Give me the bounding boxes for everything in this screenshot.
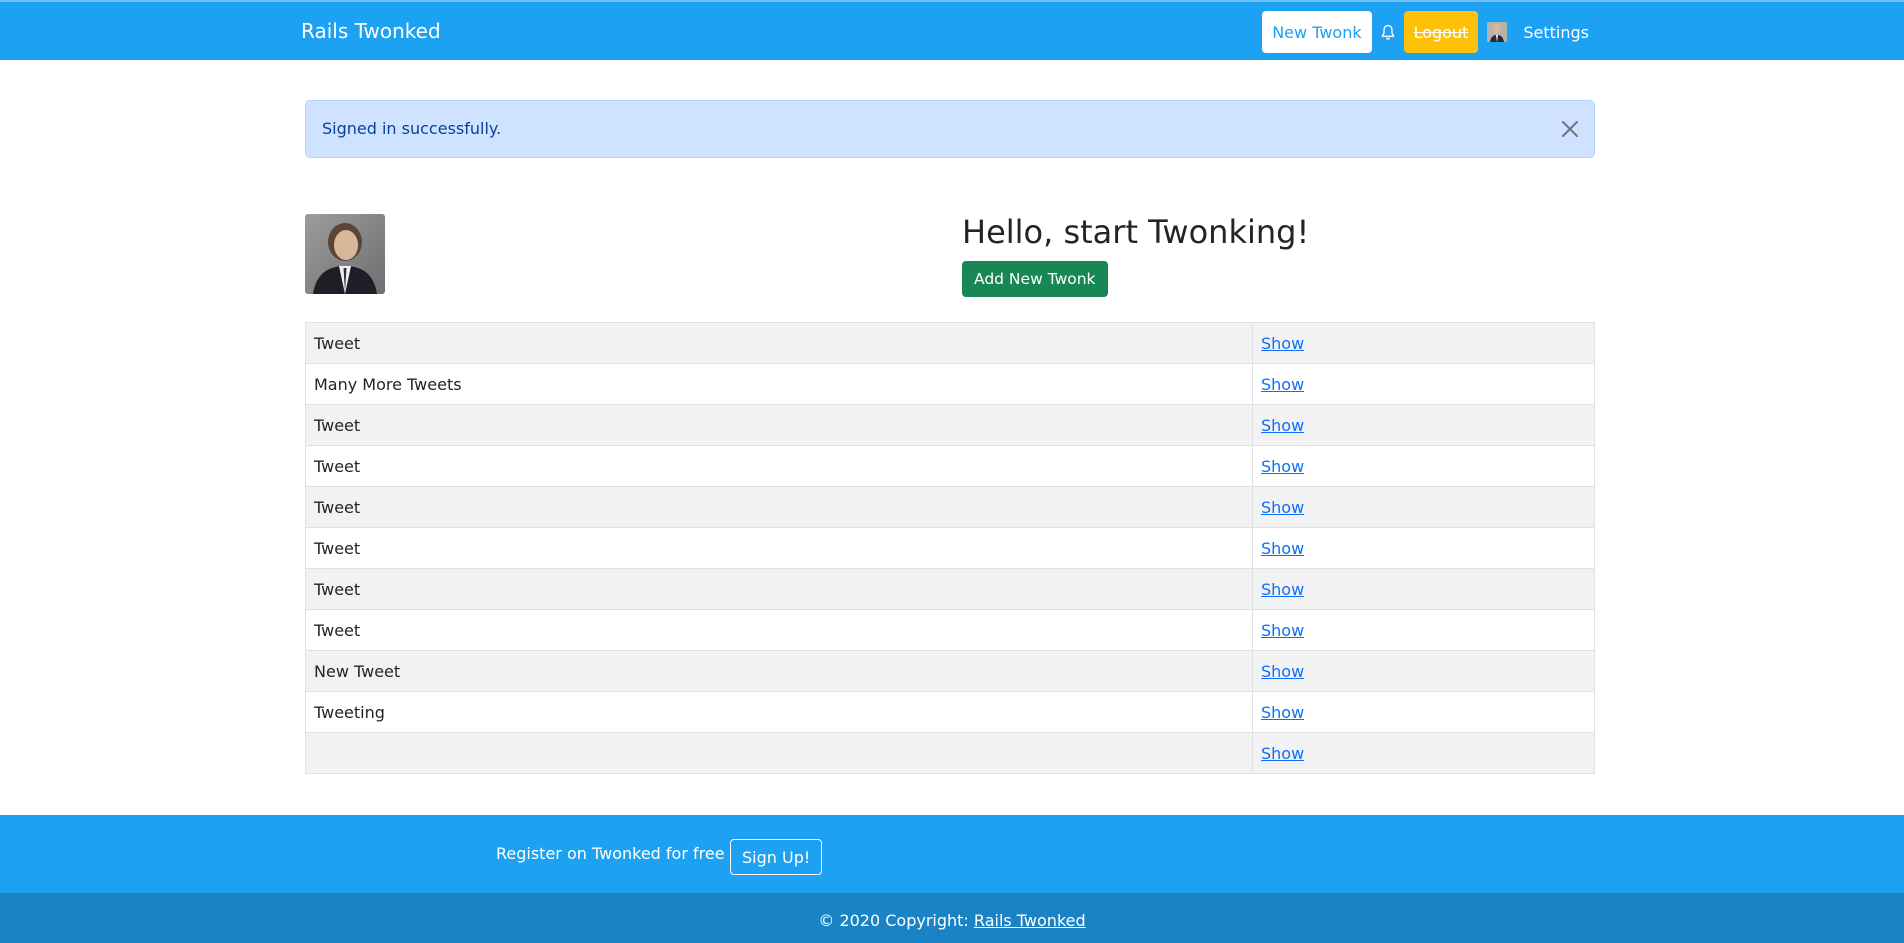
nav-right: New Twonk Logout Settings: [1262, 11, 1589, 53]
tweet-action-cell: Show: [1252, 732, 1595, 774]
show-link[interactable]: Show: [1261, 498, 1304, 517]
table-row: Tweeting Show: [305, 691, 1595, 733]
show-link[interactable]: Show: [1261, 416, 1304, 435]
profile-avatar: [305, 214, 385, 294]
tweet-text: Tweet: [305, 486, 1253, 528]
tweet-text: Tweet: [305, 322, 1253, 364]
tweet-text: [305, 732, 1253, 774]
nav-avatar[interactable]: [1487, 22, 1508, 42]
add-new-twonk-button[interactable]: Add New Twonk: [962, 261, 1108, 297]
table-row: Many More Tweets Show: [305, 363, 1595, 405]
show-link[interactable]: Show: [1261, 621, 1304, 640]
new-twonk-button[interactable]: New Twonk: [1262, 11, 1372, 53]
tweet-action-cell: Show: [1252, 527, 1595, 569]
show-link[interactable]: Show: [1261, 662, 1304, 681]
tweet-text: Tweet: [305, 404, 1253, 446]
tweet-text: New Tweet: [305, 650, 1253, 692]
register-text: Register on Twonked for free: [496, 844, 725, 863]
show-link[interactable]: Show: [1261, 375, 1304, 394]
page-heading: Hello, start Twonking!: [962, 213, 1310, 251]
tweet-text: Tweet: [305, 445, 1253, 487]
alert-message: Signed in successfully.: [322, 119, 502, 138]
tweet-action-cell: Show: [1252, 568, 1595, 610]
show-link[interactable]: Show: [1261, 744, 1304, 763]
copyright-text: © 2020 Copyright:: [818, 911, 969, 930]
table-row: Tweet Show: [305, 568, 1595, 610]
table-row: Tweet Show: [305, 609, 1595, 651]
tweet-text: Tweet: [305, 568, 1253, 610]
tweet-text: Tweeting: [305, 691, 1253, 733]
tweet-action-cell: Show: [1252, 486, 1595, 528]
table-row: Tweet Show: [305, 322, 1595, 364]
footer-cta: Register on Twonked for free Sign Up!: [0, 815, 1904, 893]
show-link[interactable]: Show: [1261, 334, 1304, 353]
copyright: © 2020 Copyright: Rails Twonked: [818, 911, 1085, 930]
tweet-text: Tweet: [305, 609, 1253, 651]
tweet-action-cell: Show: [1252, 322, 1595, 364]
tweet-action-cell: Show: [1252, 363, 1595, 405]
copyright-link[interactable]: Rails Twonked: [974, 911, 1086, 930]
show-link[interactable]: Show: [1261, 457, 1304, 476]
tweet-text: Tweet: [305, 527, 1253, 569]
tweet-text: Many More Tweets: [305, 363, 1253, 405]
table-row: Tweet Show: [305, 486, 1595, 528]
tweets-table: Tweet Show Many More Tweets Show Tweet Show Tw…: [305, 322, 1595, 774]
close-icon[interactable]: [1560, 119, 1580, 139]
table-row: Show: [305, 732, 1595, 774]
bell-icon[interactable]: [1381, 23, 1395, 41]
table-row: Tweet Show: [305, 404, 1595, 446]
brand-link[interactable]: Rails Twonked: [301, 19, 441, 43]
tweet-action-cell: Show: [1252, 445, 1595, 487]
table-row: Tweet Show: [305, 527, 1595, 569]
tweet-action-cell: Show: [1252, 691, 1595, 733]
tweet-action-cell: Show: [1252, 650, 1595, 692]
logout-button[interactable]: Logout: [1403, 11, 1479, 53]
tweet-action-cell: Show: [1252, 609, 1595, 651]
footer-copyright: © 2020 Copyright: Rails Twonked: [0, 893, 1904, 943]
sign-up-button[interactable]: Sign Up!: [730, 839, 823, 875]
table-row: Tweet Show: [305, 445, 1595, 487]
settings-link[interactable]: Settings: [1523, 23, 1589, 42]
tweet-action-cell: Show: [1252, 404, 1595, 446]
show-link[interactable]: Show: [1261, 703, 1304, 722]
show-link[interactable]: Show: [1261, 539, 1304, 558]
top-navbar: Rails Twonked New Twonk Logout Settings: [0, 0, 1904, 60]
flash-alert: Signed in successfully.: [305, 100, 1595, 158]
table-row: New Tweet Show: [305, 650, 1595, 692]
show-link[interactable]: Show: [1261, 580, 1304, 599]
